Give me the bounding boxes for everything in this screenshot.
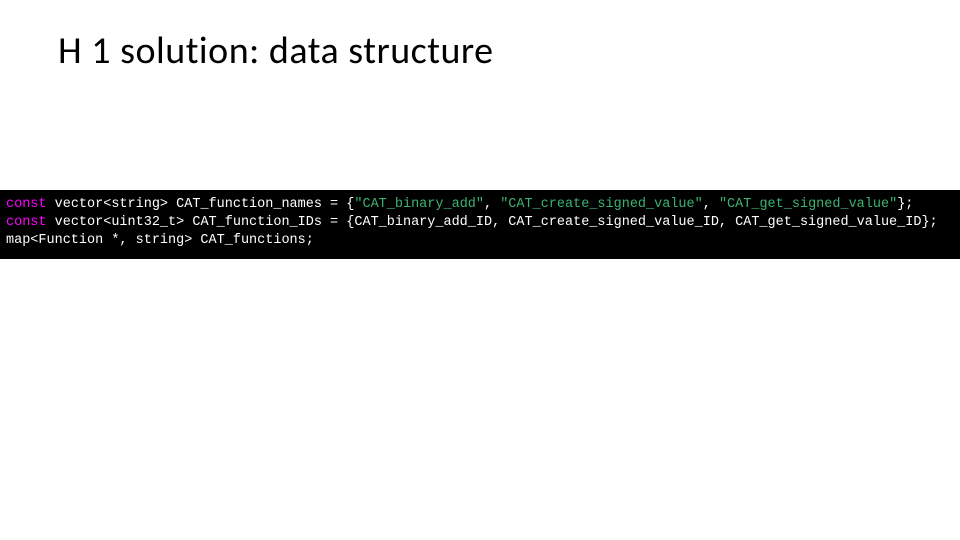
decl-text: vector<string> CAT_function_names = {: [47, 197, 355, 212]
code-line-1: const vector<string> CAT_function_names …: [6, 197, 913, 212]
keyword-const: const: [6, 197, 47, 212]
comma: ,: [484, 197, 500, 212]
string-literal: "CAT_binary_add": [354, 197, 484, 212]
code-line-3: map<Function *, string> CAT_functions;: [6, 233, 314, 248]
comma: ,: [703, 197, 719, 212]
string-literal: "CAT_create_signed_value": [500, 197, 703, 212]
slide-title: H 1 solution: data structure: [58, 28, 494, 74]
line-end: };: [897, 197, 913, 212]
string-literal: "CAT_get_signed_value": [719, 197, 897, 212]
code-line-2: const vector<uint32_t> CAT_function_IDs …: [6, 215, 938, 230]
decl-text: map<Function *, string> CAT_functions;: [6, 233, 314, 248]
keyword-const: const: [6, 215, 47, 230]
slide: H 1 solution: data structure const vecto…: [0, 0, 960, 540]
code-block: const vector<string> CAT_function_names …: [0, 190, 960, 259]
decl-text: vector<uint32_t> CAT_function_IDs = {CAT…: [47, 215, 938, 230]
